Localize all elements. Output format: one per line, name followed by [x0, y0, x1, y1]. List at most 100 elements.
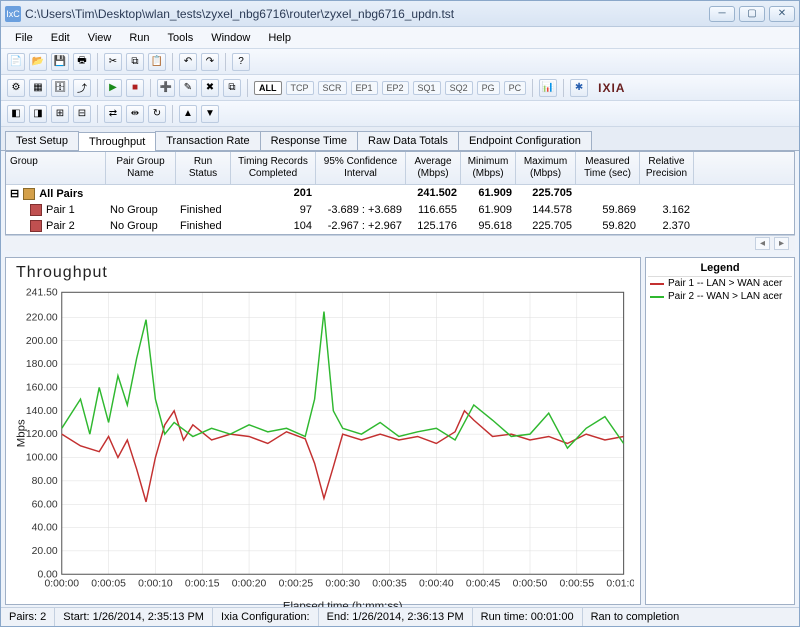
- main-area: Throughput 0.0020.0040.0060.0080.00100.0…: [1, 251, 799, 607]
- menu-view[interactable]: View: [80, 30, 120, 46]
- filter-pc[interactable]: PC: [504, 81, 527, 95]
- scroll-left-icon[interactable]: ◂: [755, 237, 770, 250]
- sync-icon[interactable]: ↻: [148, 105, 166, 123]
- col-minimum[interactable]: Minimum (Mbps): [461, 152, 516, 184]
- statusbar: Pairs: 2 Start: 1/26/2014, 2:35:13 PM Ix…: [1, 607, 799, 626]
- svg-text:0:00:00: 0:00:00: [44, 579, 79, 590]
- new-icon[interactable]: 📄: [7, 53, 25, 71]
- stop-icon[interactable]: ■: [126, 79, 144, 97]
- pair-del-icon[interactable]: ✖: [201, 79, 219, 97]
- cell-mt: 59.869: [576, 203, 640, 217]
- legend-item[interactable]: Pair 2 -- WAN > LAN acer: [648, 290, 792, 303]
- scroll-right-icon[interactable]: ▸: [774, 237, 789, 250]
- save-icon[interactable]: 💾: [51, 53, 69, 71]
- grid-scroll-hint: ◂ ▸: [5, 235, 795, 251]
- print-icon[interactable]: 🖶: [73, 53, 91, 71]
- pair-add-icon[interactable]: ➕: [157, 79, 175, 97]
- group-icon[interactable]: ◧: [7, 105, 25, 123]
- legend-item[interactable]: Pair 1 -- LAN > WAN acer: [648, 277, 792, 290]
- table-row[interactable]: Pair 1 No Group Finished 97 -3.689 : +3.…: [6, 202, 794, 218]
- minimize-button[interactable]: ─: [709, 6, 735, 22]
- legend-title: Legend: [648, 260, 792, 277]
- folder-icon: [23, 188, 35, 200]
- open-icon[interactable]: 📂: [29, 53, 47, 71]
- menu-edit[interactable]: Edit: [43, 30, 78, 46]
- pair-icon: [30, 204, 42, 216]
- pair-edit-icon[interactable]: ✎: [179, 79, 197, 97]
- pair-copy-icon[interactable]: ⧉: [223, 79, 241, 97]
- legend-swatch: [650, 296, 664, 298]
- sort-desc-icon[interactable]: ▼: [201, 105, 219, 123]
- col-rel-precision[interactable]: Relative Precision: [640, 152, 694, 184]
- tab-response-time[interactable]: Response Time: [260, 131, 358, 150]
- redo-icon[interactable]: ↷: [201, 53, 219, 71]
- tab-transaction-rate[interactable]: Transaction Rate: [155, 131, 260, 150]
- svg-text:40.00: 40.00: [32, 523, 58, 534]
- window-title: C:\Users\Tim\Desktop\wlan_tests\zyxel_nb…: [25, 7, 709, 21]
- cell-run: Finished: [176, 219, 231, 233]
- chart-area[interactable]: 0.0020.0040.0060.0080.00100.00120.00140.…: [12, 284, 634, 607]
- cell-max: 144.578: [516, 203, 576, 217]
- maximize-button[interactable]: ▢: [739, 6, 765, 22]
- tab-endpoint-config[interactable]: Endpoint Configuration: [458, 131, 592, 150]
- col-group[interactable]: Group: [6, 152, 106, 184]
- col-average[interactable]: Average (Mbps): [406, 152, 461, 184]
- close-button[interactable]: ✕: [769, 6, 795, 22]
- col-timing-records[interactable]: Timing Records Completed: [231, 152, 316, 184]
- play-icon[interactable]: ▶: [104, 79, 122, 97]
- ungroup-icon[interactable]: ◨: [29, 105, 47, 123]
- cut-icon[interactable]: ✂: [104, 53, 122, 71]
- row-label: Pair 2: [46, 220, 75, 232]
- link-icon[interactable]: ⇄: [104, 105, 122, 123]
- tab-raw-data[interactable]: Raw Data Totals: [357, 131, 459, 150]
- globe-icon[interactable]: ✱: [570, 79, 588, 97]
- filter-all[interactable]: ALL: [254, 81, 282, 95]
- toolbar-run: ⚙ ▦ 🗄 ⤴ ▶ ■ ➕ ✎ ✖ ⧉ ALL TCP SCR EP1 EP2 …: [1, 75, 799, 101]
- menu-window[interactable]: Window: [203, 30, 258, 46]
- chart-icon[interactable]: 📊: [539, 79, 557, 97]
- svg-text:241.50: 241.50: [26, 287, 58, 298]
- svg-text:0:00:50: 0:00:50: [513, 579, 548, 590]
- filter-scr[interactable]: SCR: [318, 81, 347, 95]
- db-icon[interactable]: 🗄: [51, 79, 69, 97]
- undo-icon[interactable]: ↶: [179, 53, 197, 71]
- menu-file[interactable]: File: [7, 30, 41, 46]
- svg-text:140.00: 140.00: [26, 406, 58, 417]
- svg-text:0:00:40: 0:00:40: [419, 579, 454, 590]
- unlink-icon[interactable]: ⇹: [126, 105, 144, 123]
- results-grid: Group Pair Group Name Run Status Timing …: [5, 151, 795, 235]
- toolbar-file: 📄 📂 💾 🖶 ✂ ⧉ 📋 ↶ ↷ ?: [1, 49, 799, 75]
- filter-ep1[interactable]: EP1: [351, 81, 378, 95]
- tab-throughput[interactable]: Throughput: [78, 132, 156, 151]
- grid-row-summary[interactable]: ⊟All Pairs 201 241.502 61.909 225.705: [6, 185, 794, 202]
- menu-help[interactable]: Help: [260, 30, 299, 46]
- help-icon[interactable]: ?: [232, 53, 250, 71]
- filter-sq1[interactable]: SQ1: [413, 81, 441, 95]
- filter-pg[interactable]: PG: [477, 81, 500, 95]
- svg-text:0:00:45: 0:00:45: [466, 579, 501, 590]
- cell-min: 95.618: [461, 219, 516, 233]
- expand-icon[interactable]: ⊞: [51, 105, 69, 123]
- copy-icon[interactable]: ⧉: [126, 53, 144, 71]
- col-measured-time[interactable]: Measured Time (sec): [576, 152, 640, 184]
- grid-icon[interactable]: ▦: [29, 79, 47, 97]
- export-icon[interactable]: ⤴: [73, 79, 91, 97]
- tab-test-setup[interactable]: Test Setup: [5, 131, 79, 150]
- paste-icon[interactable]: 📋: [148, 53, 166, 71]
- col-maximum[interactable]: Maximum (Mbps): [516, 152, 576, 184]
- menu-tools[interactable]: Tools: [160, 30, 202, 46]
- window-controls: ─ ▢ ✕: [709, 6, 795, 22]
- svg-text:Elapsed time (h:mm:ss): Elapsed time (h:mm:ss): [283, 600, 403, 607]
- filter-sq2[interactable]: SQ2: [445, 81, 473, 95]
- col-run-status[interactable]: Run Status: [176, 152, 231, 184]
- table-row[interactable]: Pair 2 No Group Finished 104 -2.967 : +2…: [6, 218, 794, 234]
- menu-run[interactable]: Run: [121, 30, 157, 46]
- collapse-icon[interactable]: ⊟: [73, 105, 91, 123]
- filter-tcp[interactable]: TCP: [286, 81, 314, 95]
- filter-ep2[interactable]: EP2: [382, 81, 409, 95]
- config-icon[interactable]: ⚙: [7, 79, 25, 97]
- tree-collapse-icon[interactable]: ⊟: [10, 187, 19, 200]
- col-confidence[interactable]: 95% Confidence Interval: [316, 152, 406, 184]
- col-pair-group[interactable]: Pair Group Name: [106, 152, 176, 184]
- sort-asc-icon[interactable]: ▲: [179, 105, 197, 123]
